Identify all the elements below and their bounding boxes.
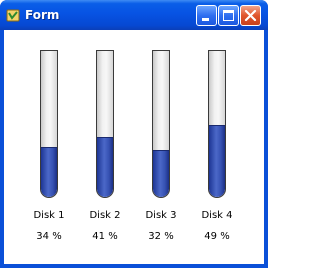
- disk-percent: 34 %: [36, 231, 62, 242]
- maximize-icon: [223, 10, 234, 21]
- window-title: Form: [25, 8, 60, 22]
- gauge-fill: [209, 125, 225, 197]
- gauge-tube: [96, 50, 114, 198]
- disk-label: Disk 2: [89, 210, 121, 221]
- gauge-fill: [153, 150, 169, 197]
- close-button[interactable]: [240, 5, 261, 26]
- window-frame-bottom: [0, 264, 268, 268]
- gauge-tube: [152, 50, 170, 198]
- disk-percent: 32 %: [148, 231, 174, 242]
- disk-label: Disk 3: [145, 210, 177, 221]
- app-icon: [6, 9, 20, 22]
- disk-label: Disk 1: [33, 210, 65, 221]
- disk-label: Disk 4: [201, 210, 233, 221]
- title-bar[interactable]: Form: [0, 0, 268, 30]
- disk-gauge: [208, 50, 226, 198]
- minimize-button[interactable]: [196, 5, 217, 26]
- close-icon: [244, 9, 257, 22]
- disk-gauge: [40, 50, 58, 198]
- minimize-icon: [202, 18, 209, 21]
- disk-percent: 49 %: [204, 231, 230, 242]
- gauge-fill: [41, 147, 57, 197]
- client-area: Disk 1 34 % Disk 2 41 % Disk 3 32 % Disk…: [4, 30, 264, 264]
- disk-gauge: [152, 50, 170, 198]
- disk-gauge: [96, 50, 114, 198]
- gauge-tube: [40, 50, 58, 198]
- gauge-fill: [97, 137, 113, 197]
- disk-percent: 41 %: [92, 231, 118, 242]
- gauge-tube: [208, 50, 226, 198]
- maximize-button[interactable]: [218, 5, 239, 26]
- form-window: Form Disk 1 34 % Disk 2 41 % Disk 3 32 %…: [0, 0, 268, 268]
